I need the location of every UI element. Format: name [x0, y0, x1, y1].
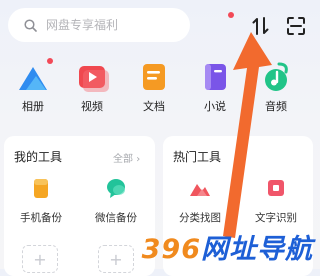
app-photos[interactable]: 相册: [6, 58, 60, 114]
video-play-icon: [79, 66, 109, 92]
app-documents[interactable]: 文档: [127, 60, 181, 114]
search-bar[interactable]: [8, 8, 190, 42]
watermark-text: 网址导航: [201, 234, 313, 265]
my-tools-title: 我的工具: [14, 150, 63, 164]
tool-wechat-backup[interactable]: 微信备份: [80, 177, 152, 225]
photo-mountain-icon: [19, 67, 47, 90]
document-icon: [143, 64, 165, 90]
plus-icon: +: [109, 249, 123, 269]
my-tools-all-label: 全部: [113, 154, 133, 165]
tutorial-arrow: [223, 32, 272, 238]
watermark: 396网址导航: [142, 227, 313, 266]
app-label: 相册: [22, 100, 44, 113]
search-input[interactable]: [44, 17, 178, 33]
app-videos[interactable]: 视频: [65, 60, 119, 114]
plus-icon: +: [33, 249, 47, 269]
phone-backup-icon: [34, 179, 48, 198]
notification-dot: [47, 58, 53, 64]
chevron-right-icon: ›: [136, 154, 141, 165]
my-tools-all-link[interactable]: 全部 ›: [113, 150, 140, 165]
watermark-number: 396: [141, 234, 201, 265]
app-label: 文档: [143, 100, 165, 113]
tool-label: 手机备份: [20, 212, 62, 224]
tool-label: 微信备份: [95, 212, 137, 224]
notification-dot: [228, 12, 234, 18]
search-icon: [24, 18, 37, 32]
tool-phone-backup[interactable]: 手机备份: [5, 177, 77, 225]
wechat-backup-icon: [107, 179, 125, 198]
app-label: 视频: [81, 100, 103, 113]
scan-icon[interactable]: [285, 15, 307, 37]
